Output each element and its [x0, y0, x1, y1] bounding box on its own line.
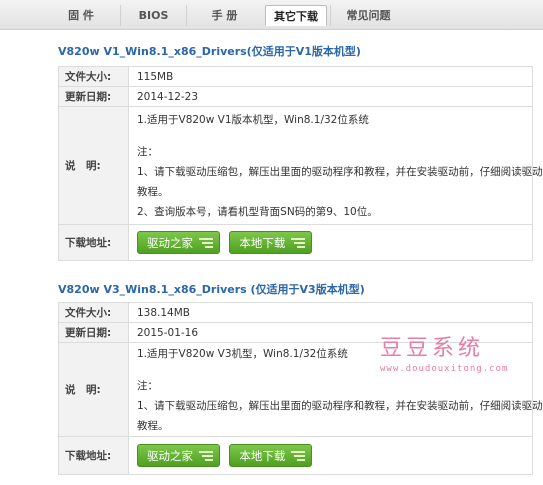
desc-line: 1、请下载驱动压缩包，解压出里面的驱动程序和教程，并在安装驱动前，仔细阅读驱动安…: [137, 165, 543, 178]
size-label: 文件大小:: [58, 302, 129, 323]
tab-manual[interactable]: 手 册: [186, 5, 262, 26]
download-lines-icon: [291, 238, 306, 249]
download-lines-icon: [199, 451, 213, 462]
download-button-drivers-home[interactable]: 驱动之家: [137, 444, 220, 467]
tab-faq[interactable]: 常见问题: [330, 5, 406, 26]
desc-line: 注：: [137, 145, 158, 158]
date-value: 2014-12-23: [128, 86, 533, 107]
desc-label: 说 明:: [58, 342, 129, 437]
desc-line: 注：: [137, 379, 158, 392]
download-title-link[interactable]: V820w V3_Win8.1_x86_Drivers (仅适用于V3版本机型): [58, 282, 365, 298]
download-button-local[interactable]: 本地下载: [229, 231, 313, 254]
download-info-table: 文件大小: 115MB 更新日期: 2014-12-23 说 明: 1.适用于V…: [58, 66, 543, 261]
desc-label: 说 明:: [58, 106, 129, 225]
date-label: 更新日期:: [58, 86, 129, 107]
size-value: 115MB: [128, 66, 533, 87]
watermark-title: 豆豆系统: [380, 336, 485, 361]
size-label: 文件大小:: [58, 66, 129, 87]
button-label: 本地下载: [239, 236, 286, 250]
desc-line: 教程。: [137, 419, 169, 432]
desc-line: 1、请下载驱动压缩包，解压出里面的驱动程序和教程，并在安装驱动前，仔细阅读驱动安…: [137, 399, 543, 412]
download-button-local[interactable]: 本地下载: [229, 444, 313, 467]
button-label: 驱动之家: [147, 449, 193, 463]
button-label: 本地下载: [239, 449, 286, 463]
date-label: 更新日期:: [58, 322, 129, 343]
download-buttons: 驱动之家 本地下载: [128, 436, 533, 475]
tab-bios[interactable]: BIOS: [120, 5, 186, 26]
desc-line: 1.适用于V820w V1版本机型，Win8.1/32位系统: [137, 113, 369, 126]
download-lines-icon: [291, 451, 306, 462]
button-label: 驱动之家: [147, 236, 193, 250]
desc-line: 2、查询版本号，请看机型背面SN码的第9、10位。: [137, 205, 378, 218]
download-lines-icon: [199, 238, 213, 249]
size-value: 138.14MB: [128, 302, 533, 323]
download-buttons: 驱动之家 本地下载: [128, 224, 533, 261]
desc-line: 教程。: [137, 185, 169, 198]
site-watermark: 豆豆系统 www.doudouxitong.com: [380, 336, 530, 376]
download-title-link[interactable]: V820w V1_Win8.1_x86_Drivers(仅适用于V1版本机型): [58, 44, 361, 60]
tab-bar: 固 件 BIOS 手 册 其它下载 常见问题: [0, 0, 543, 30]
download-label: 下载地址:: [58, 224, 129, 261]
download-info-table: 文件大小: 138.14MB 更新日期: 2015-01-16 说 明: 1.适…: [58, 302, 543, 475]
download-button-drivers-home[interactable]: 驱动之家: [137, 231, 220, 254]
tab-firmware[interactable]: 固 件: [42, 5, 120, 26]
tab-other-downloads[interactable]: 其它下载: [265, 5, 327, 26]
desc-value: 1.适用于V820w V1版本机型，Win8.1/32位系统 注： 1、请下载驱…: [128, 106, 543, 225]
download-label: 下载地址:: [58, 436, 129, 475]
watermark-url: www.doudouxitong.com: [380, 364, 509, 374]
